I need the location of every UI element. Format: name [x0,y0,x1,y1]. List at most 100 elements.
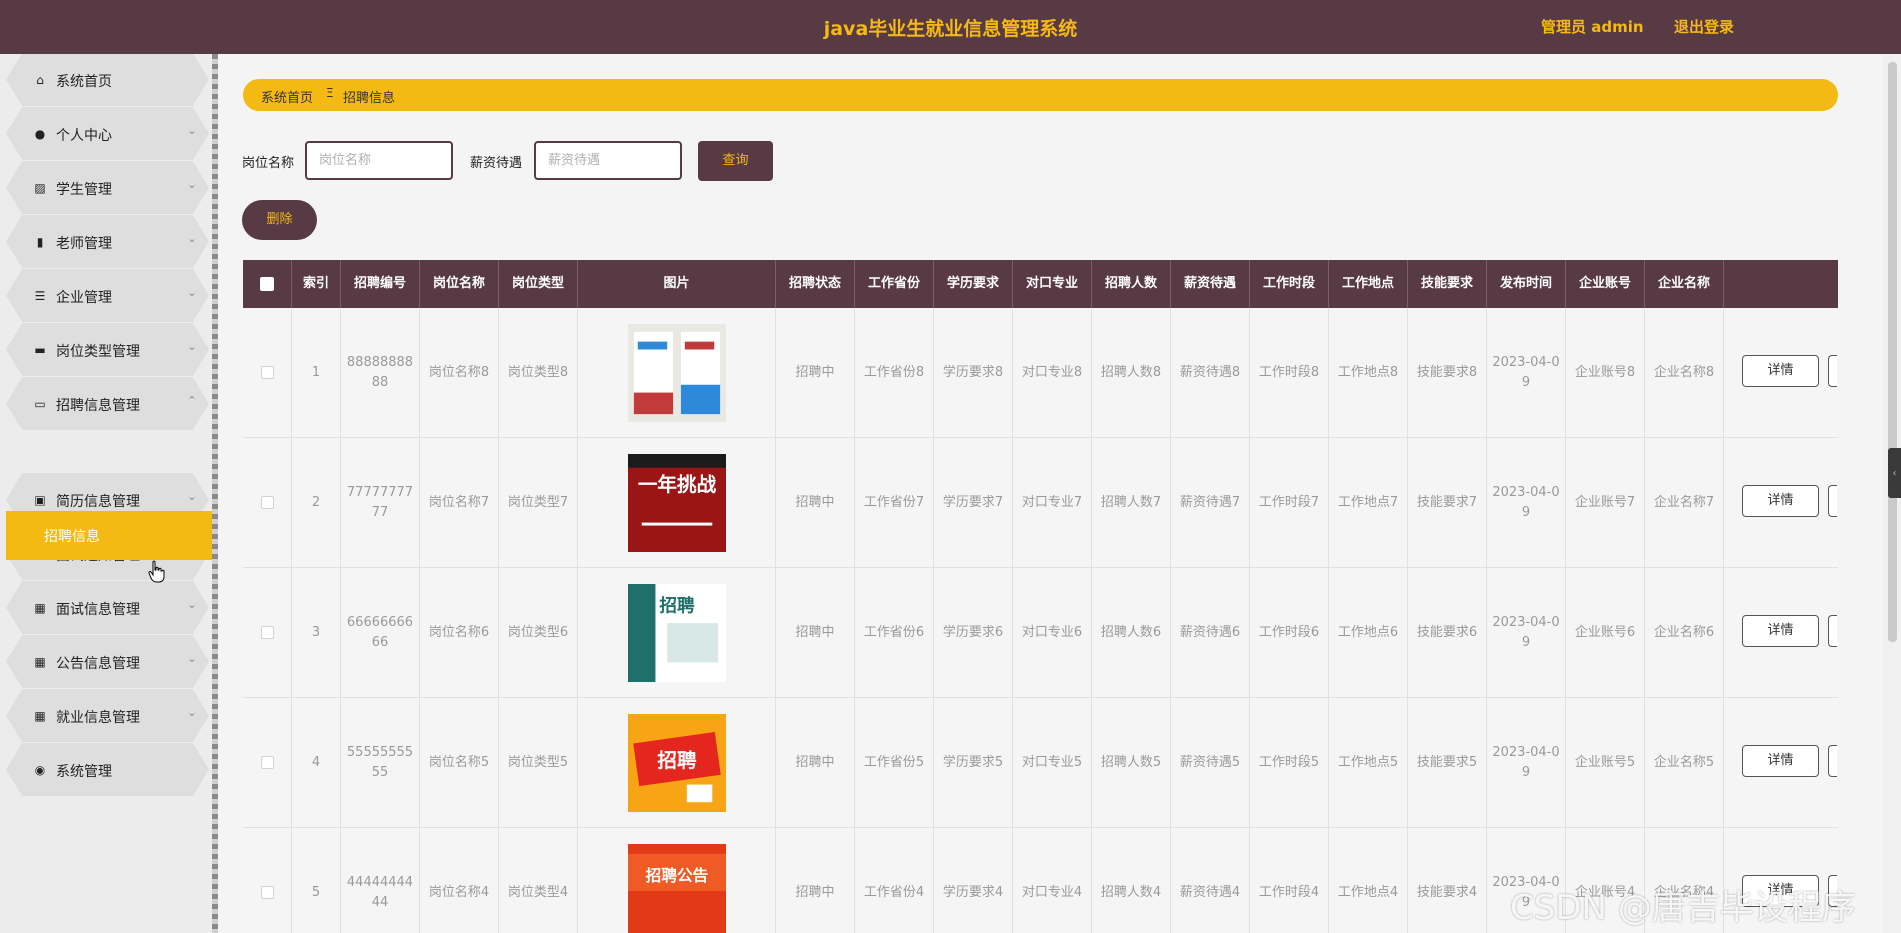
edit-button[interactable] [1828,745,1837,777]
detail-button[interactable]: 详情 [1742,485,1819,517]
cell-text: 岗位类型5 [507,754,569,770]
cell-text: 技能要求6 [1416,624,1478,640]
monitor-icon: ▭ [34,397,46,411]
detail-button[interactable]: 详情 [1742,745,1819,777]
delete-button[interactable]: 删除 [242,200,317,240]
cell-text: 工作地点4 [1337,884,1399,900]
sidebar-item-label: 老师管理 [56,236,112,252]
table-cell: 技能要求7 [1408,438,1487,567]
actions-cell: 详情 [1724,698,1837,827]
actions-cell: 详情 [1724,438,1837,567]
select-all-checkbox[interactable] [260,277,274,291]
table-cell: 2023-04-09 [1487,438,1566,567]
admin-username: 管理员 admin [1541,18,1644,36]
row-checkbox[interactable] [260,886,274,899]
edit-button[interactable] [1828,615,1837,647]
sidebar-item-4[interactable]: ☰ 企业管理 ⌄ [6,269,209,322]
detail-button[interactable]: 详情 [1742,615,1819,647]
cell-text: 对口专业6 [1021,624,1083,640]
cell-text: 技能要求7 [1416,494,1478,510]
image-cell [578,308,776,437]
row-actions: 详情 [1724,698,1837,827]
cell-text: 技能要求8 [1416,364,1478,380]
position-name-input[interactable] [305,141,453,180]
table-cell: 招聘中 [776,698,855,827]
table-cell: 企业名称8 [1645,308,1724,437]
sidebar-item-label: 就业信息管理 [56,710,140,726]
cell-text: 薪资待遇5 [1179,754,1241,770]
cell-text: 技能要求5 [1416,754,1478,770]
sidebar-item-10[interactable]: ▦ 公告信息管理 ⌄ [6,635,209,688]
table-cell: 学历要求7 [934,438,1013,567]
table-row: 4 5555555555 岗位名称5 岗位类型5 招聘 招聘中 工作省份5 学历要求5 对口专业… [243,698,1838,828]
hand-cursor-icon [148,560,165,583]
column-header: 企业账号 [1566,260,1645,308]
table-cell: 技能要求5 [1408,698,1487,827]
scrollbar-thumb[interactable] [1888,62,1897,642]
sidebar-item-label: 企业管理 [56,290,112,306]
table-cell: 招聘中 [776,568,855,697]
table-cell: 工作地点8 [1329,308,1408,437]
chevron-down-icon: ⌄ [187,490,197,503]
table-cell: 招聘中 [776,308,855,437]
cell-text: 企业账号5 [1574,754,1636,770]
table-cell: 对口专业4 [1013,828,1092,933]
column-header: 技能要求 [1408,260,1487,308]
table-cell: 企业账号5 [1566,698,1645,827]
row-actions: 详情 [1724,438,1837,567]
edit-button[interactable] [1828,355,1837,387]
chevron-down-icon: ⌄ [187,124,197,137]
sidebar-edge-decoration [212,54,218,933]
row-checkbox[interactable] [260,626,274,639]
sidebar-item-1[interactable]: ● 个人中心 ⌄ [6,107,209,160]
table-cell: 技能要求8 [1408,308,1487,437]
sidebar-item-0[interactable]: ⌂ 系统首页 [6,54,209,106]
column-header: 企业名称 [1645,260,1724,308]
chart-icon: ▨ [34,181,46,195]
list-icon: ☰ [34,289,46,303]
breadcrumb-home[interactable]: 系统首页 [261,87,313,106]
row-checkbox[interactable] [260,496,274,509]
salary-input[interactable] [534,141,682,180]
row-checkbox[interactable] [260,756,274,769]
column-header: 薪资待遇 [1171,260,1250,308]
sidebar-item-3[interactable]: ▮ 老师管理 ⌄ [6,215,209,268]
table-cell: 1 [292,308,341,437]
table-cell: 工作时段5 [1250,698,1329,827]
sidebar-item-12[interactable]: ◉ 系统管理 [6,743,209,796]
table-cell: 7777777777 [341,438,420,567]
side-collapse-tab[interactable]: ‹ [1888,448,1901,498]
table-row: 3 6666666666 岗位名称6 岗位类型6 招聘 招聘中 工作省份6 学历要求6 对口专业… [243,568,1838,698]
cell-text: 招聘中 [795,494,835,510]
table-cell: 2023-04-09 [1487,568,1566,697]
cell-text: 2023-04-09 [1492,744,1560,780]
table-cell: 工作地点6 [1329,568,1408,697]
chevron-up-icon: ⌃ [187,394,197,407]
sidebar-item-2[interactable]: ▨ 学生管理 ⌄ [6,161,209,214]
sidebar-item-11[interactable]: ▦ 就业信息管理 ⌄ [6,689,209,742]
logout-link[interactable]: 退出登录 [1674,16,1734,37]
cell-text: 岗位名称7 [428,494,490,510]
row-checkbox-cell [243,438,292,567]
table-cell: 岗位类型4 [499,828,578,933]
table-cell: 对口专业7 [1013,438,1092,567]
table-cell: 企业账号8 [1566,308,1645,437]
sidebar-item-6[interactable]: ▭ 招聘信息管理 ⌃ [6,377,209,430]
header-checkbox-cell [243,260,292,308]
image-cell: 招聘公告 [578,828,776,933]
edit-button[interactable] [1828,485,1837,517]
row-checkbox[interactable] [260,366,274,379]
table-cell: 薪资待遇7 [1171,438,1250,567]
column-header: 工作时段 [1250,260,1329,308]
table-cell: 对口专业8 [1013,308,1092,437]
detail-button[interactable]: 详情 [1742,355,1819,387]
sidebar-item-9[interactable]: ▦ 面试信息管理 ⌄ [6,581,209,634]
sidebar-subitem-recruitment-info[interactable]: 招聘信息 [6,511,212,560]
poster-text: 招聘公告 [645,866,708,885]
sidebar-item-5[interactable]: ▬ 岗位类型管理 ⌄ [6,323,209,376]
sidebar-item-label: 公告信息管理 [56,656,140,672]
grid-icon: ▦ [34,655,46,669]
recruitment-poster-image: 招聘公告 [627,843,726,933]
search-button[interactable]: 查询 [698,141,773,181]
cell-text: 工作时段5 [1258,754,1320,770]
